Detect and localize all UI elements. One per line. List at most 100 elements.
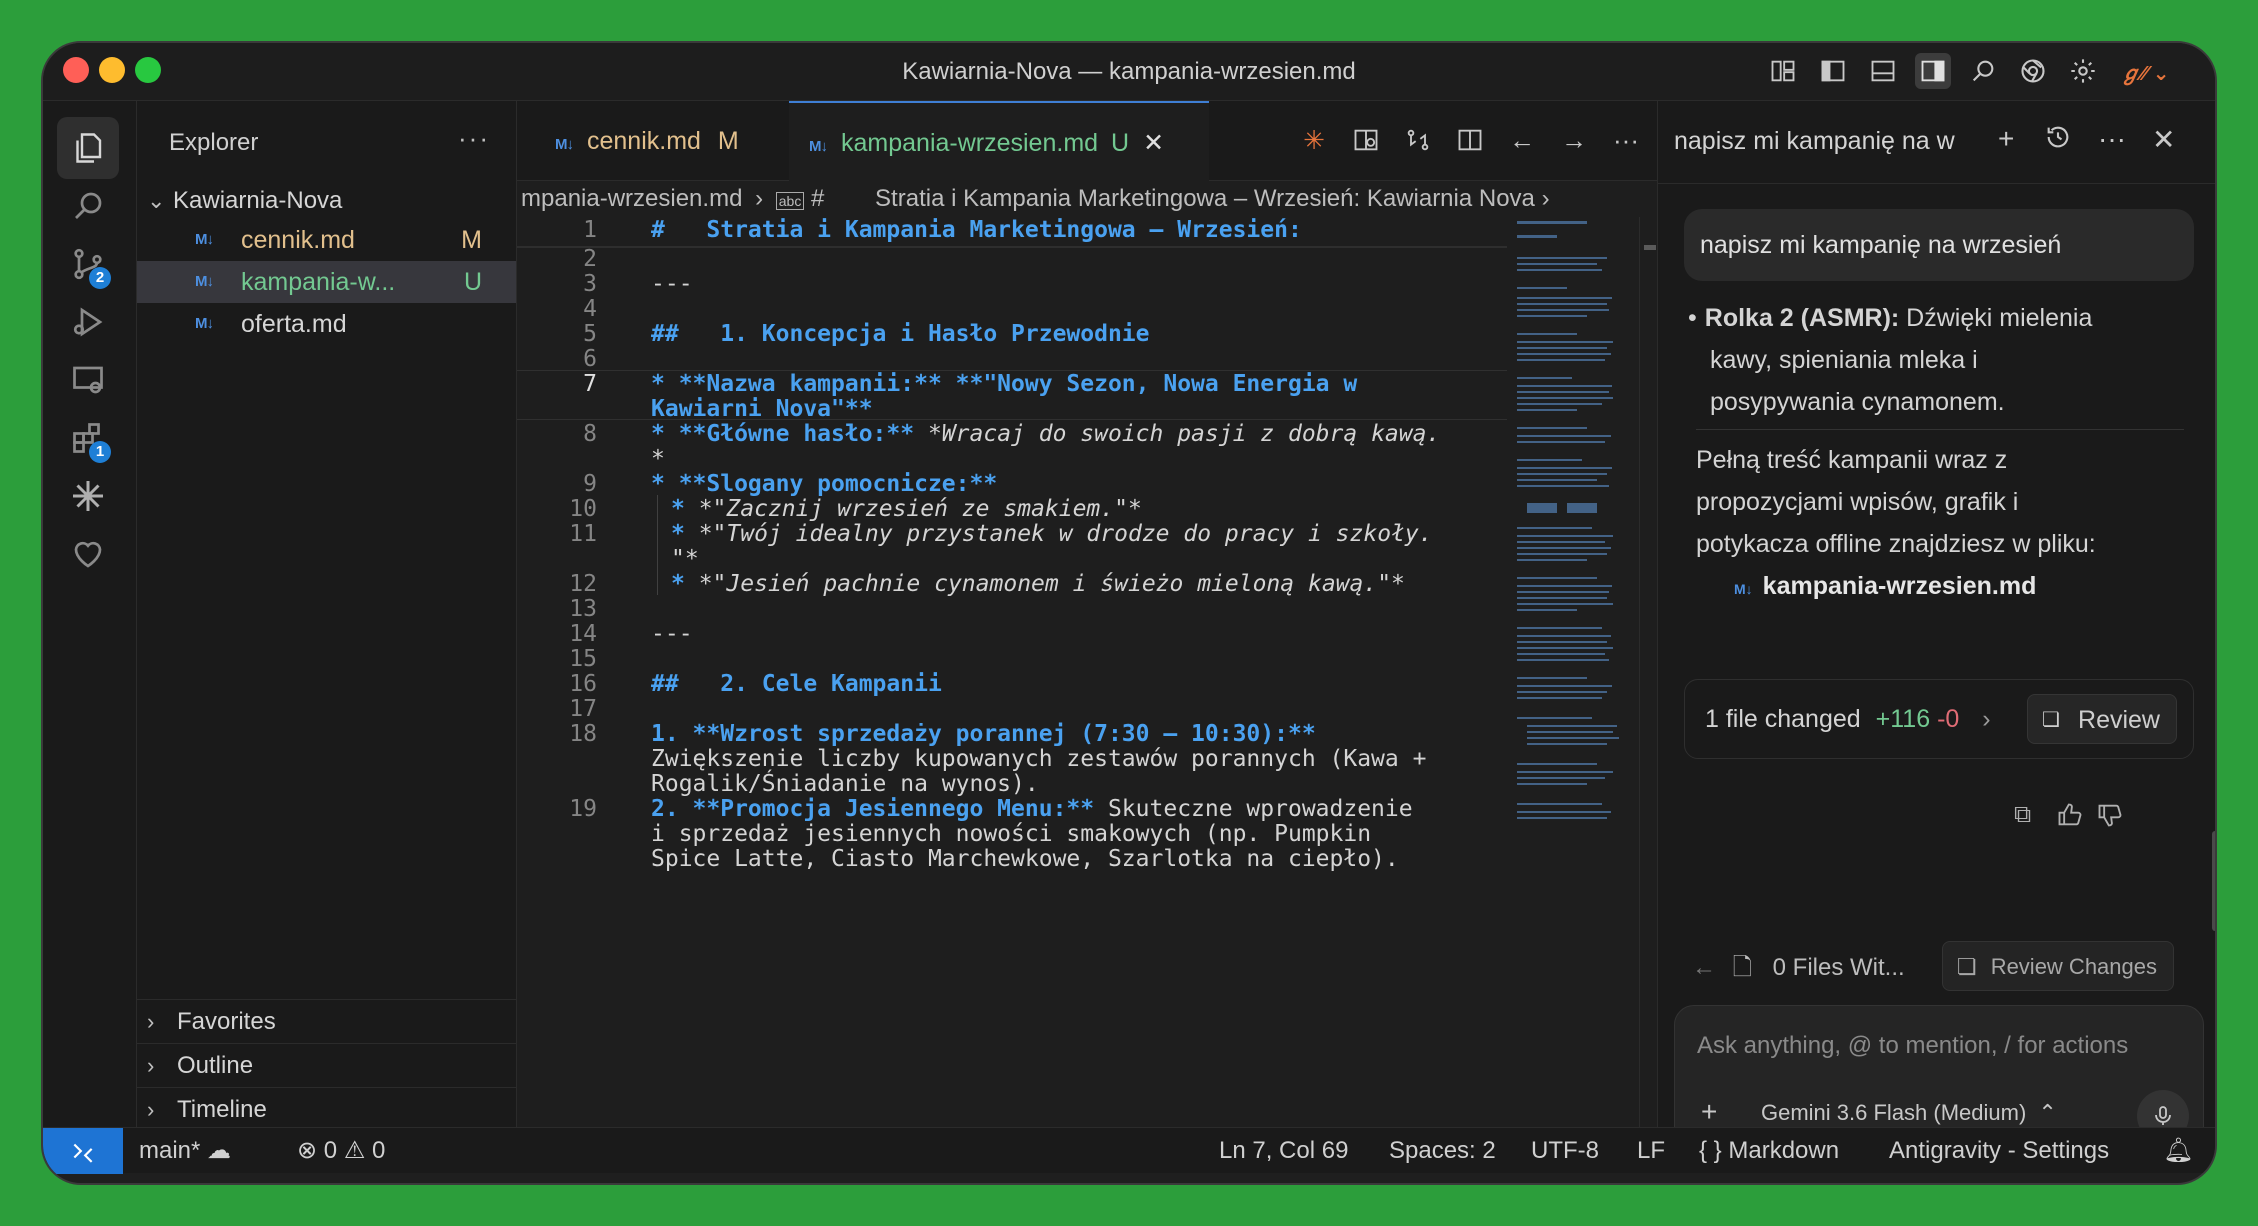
tab-kampania[interactable]: M↓ kampania-wrzesien.md U ✕ <box>789 101 1209 181</box>
bullet-text: posypywania cynamonem. <box>1710 388 2005 416</box>
line-number: 19 <box>569 796 597 822</box>
browser-icon[interactable] <box>2015 53 2051 89</box>
more-actions-icon[interactable]: ··· <box>1609 123 1643 157</box>
file-item[interactable]: M↓ kampania-w... U <box>137 261 516 303</box>
source-control-icon[interactable]: 2 <box>57 233 119 295</box>
tab-status: U <box>1111 129 1130 157</box>
file-reference[interactable]: M↓ kampania-wrzesien.md <box>1696 565 2096 610</box>
model-selector[interactable]: Gemini 3.6 Flash (Medium) ⌃ <box>1761 1100 2057 1126</box>
explorer-icon[interactable] <box>57 117 119 179</box>
title-bar-actions: ℊ⁄⁄ ⌄ <box>1765 53 2175 89</box>
warning-count: 0 <box>372 1137 386 1164</box>
markdown-icon: M↓ <box>195 315 214 332</box>
copy-icon[interactable]: ⧉ <box>2014 801 2031 829</box>
tab-cennik[interactable]: M↓ cennik.md M <box>537 101 787 181</box>
search-icon[interactable] <box>1965 53 2001 89</box>
extensions-icon[interactable]: 1 <box>57 407 119 469</box>
review-button[interactable]: ❏ Review <box>2027 694 2177 744</box>
chevron-right-icon: › <box>1541 185 1550 212</box>
line-number: 3 <box>583 271 597 297</box>
language-mode[interactable]: { } Markdown <box>1699 1128 1839 1174</box>
file-item[interactable]: M↓ oferta.md <box>137 303 516 345</box>
remote-indicator-icon[interactable] <box>43 1128 123 1174</box>
breadcrumb-heading[interactable]: Stratia i Kampania Marketingowa – Wrzesi… <box>875 185 1535 212</box>
section-favorites[interactable]: › Favorites <box>137 999 516 1043</box>
title-bar: Kawiarnia-Nova — kampania-wrzesien.md ℊ⁄… <box>43 43 2215 101</box>
gear-icon[interactable] <box>2065 53 2101 89</box>
search-view-icon[interactable] <box>57 175 119 237</box>
code-editor[interactable]: 1 2 3 4 5 6 7 8 9 10 11 12 13 14 15 16 1… <box>517 217 1517 1127</box>
section-outline[interactable]: › Outline <box>137 1043 516 1087</box>
add-context-icon[interactable]: + <box>1701 1096 1717 1128</box>
toggle-primary-sidebar-icon[interactable] <box>1815 53 1851 89</box>
section-timeline[interactable]: › Timeline <box>137 1087 516 1131</box>
indentation[interactable]: Spaces: 2 <box>1389 1128 1496 1174</box>
chat-input-placeholder[interactable]: Ask anything, @ to mention, / for action… <box>1697 1032 2128 1060</box>
close-icon[interactable]: ✕ <box>2152 123 2175 156</box>
new-chat-icon[interactable]: + <box>1998 123 2014 155</box>
history-icon[interactable] <box>2044 123 2072 158</box>
toggle-secondary-sidebar-icon[interactable] <box>1915 53 1951 89</box>
settings-link[interactable]: Antigravity - Settings <box>1889 1128 2109 1174</box>
breadcrumb-hash[interactable]: # <box>811 185 824 212</box>
lines-added: +116 <box>1875 705 1931 733</box>
line-number: 12 <box>569 571 597 597</box>
error-icon: ⊗ <box>297 1137 318 1164</box>
breadcrumb: mpania-wrzesien.md › abc # Stratia i Kam… <box>517 181 1657 217</box>
arrow-left-icon[interactable]: ← <box>1692 954 1716 981</box>
response-paragraph: Pełną treść kampanii wraz z propozycjami… <box>1696 439 2096 610</box>
editor-scrollbar[interactable] <box>1639 217 1657 1127</box>
thumbs-down-icon[interactable] <box>2096 801 2124 834</box>
heart-icon[interactable] <box>57 523 119 585</box>
code-line: Zwiększenie liczby kupowanych zestawów p… <box>651 746 1427 772</box>
scm-badge: 2 <box>89 267 111 289</box>
symbol-icon: abc <box>775 192 805 210</box>
compare-changes-icon[interactable] <box>1401 123 1435 157</box>
remote-explorer-icon[interactable] <box>57 349 119 411</box>
review-changes-label: Review Changes <box>1990 954 2157 979</box>
more-actions-icon[interactable]: ··· <box>2098 123 2126 155</box>
chevron-right-icon[interactable]: › <box>1982 705 1990 733</box>
chevron-right-icon: › <box>147 1097 155 1122</box>
code-line: "* <box>671 546 699 572</box>
review-changes-button[interactable]: ❏ Review Changes <box>1941 941 2174 991</box>
end-of-line[interactable]: LF <box>1637 1128 1665 1174</box>
layout-icon[interactable] <box>1765 53 1801 89</box>
bell-icon[interactable]: 🔔︎ <box>2163 1128 2193 1174</box>
run-debug-icon[interactable] <box>57 291 119 353</box>
minimap[interactable] <box>1517 217 1627 917</box>
code-line: ## 1. Koncepcja i Hasło Przewodnie <box>651 321 1150 347</box>
code-token: *Wracaj do swoich pasji z dobrą kawą. <box>914 421 1441 447</box>
document-icon: ❏ <box>1956 954 1977 979</box>
close-tab-icon[interactable]: ✕ <box>1143 129 1164 157</box>
braces-icon: { } <box>1699 1137 1722 1164</box>
account-icon[interactable]: ℊ⁄⁄ ⌄ <box>2115 53 2175 89</box>
arrow-right-icon[interactable]: → <box>1557 123 1591 157</box>
tab-label: cennik.md <box>587 127 701 155</box>
toggle-panel-icon[interactable] <box>1865 53 1901 89</box>
explorer-sidebar: Explorer ··· ⌄ Kawiarnia-Nova M↓ cennik.md… <box>137 101 517 1127</box>
editor-tabs: M↓ cennik.md M M↓ kampania-wrzesien.md U ✕ … <box>517 101 1657 181</box>
problems-indicator[interactable]: ⊗ 0 ⚠ 0 <box>297 1128 385 1174</box>
arrow-left-icon[interactable]: ← <box>1505 123 1539 157</box>
section-label: Favorites <box>177 1008 276 1035</box>
open-preview-icon[interactable] <box>1349 123 1383 157</box>
code-line: * **Nazwa kampanii:** **"Nowy Sezon, Now… <box>651 371 1358 397</box>
thumbs-up-icon[interactable] <box>2056 801 2084 834</box>
branch-indicator[interactable]: main* ☁ <box>139 1128 231 1174</box>
agent-spark-icon[interactable]: ✳ <box>1297 123 1331 157</box>
folder-name: Kawiarnia-Nova <box>173 187 343 214</box>
split-editor-icon[interactable] <box>1453 123 1487 157</box>
encoding[interactable]: UTF-8 <box>1531 1128 1599 1174</box>
more-actions-icon[interactable]: ··· <box>458 123 490 154</box>
chat-scrollbar[interactable] <box>2212 831 2215 931</box>
agent-spark-icon[interactable] <box>57 465 119 527</box>
tab-status: M <box>717 127 739 155</box>
cursor-position[interactable]: Ln 7, Col 69 <box>1219 1128 1348 1174</box>
file-item[interactable]: M↓ cennik.md M <box>137 219 516 261</box>
breadcrumb-file[interactable]: mpania-wrzesien.md <box>521 185 742 212</box>
folder-kawiarnia-nova[interactable]: ⌄ Kawiarnia-Nova <box>137 181 516 221</box>
file-name: cennik.md <box>241 226 355 254</box>
line-number: 6 <box>583 346 597 372</box>
code-token: Skuteczne wprowadzenie <box>1094 796 1413 822</box>
